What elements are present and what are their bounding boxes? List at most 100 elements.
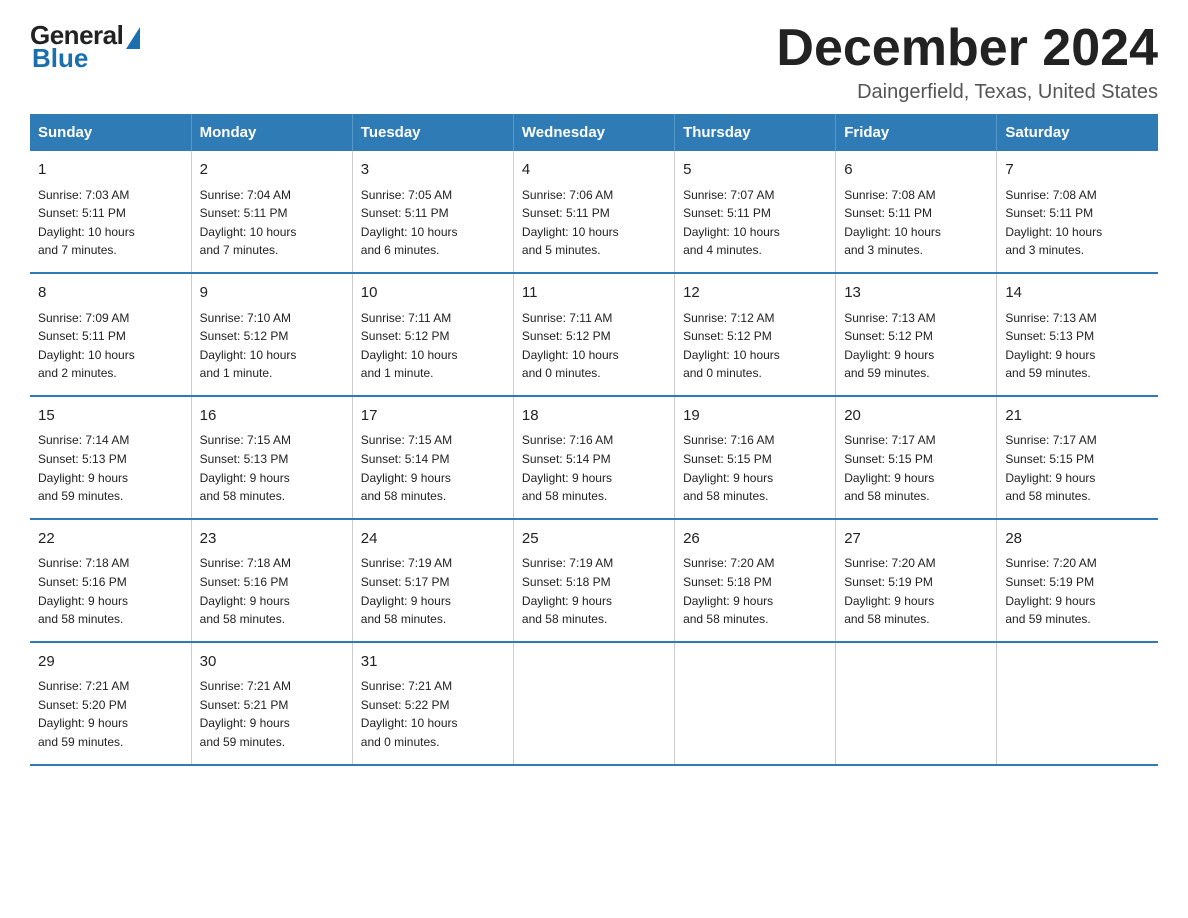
- calendar-table: SundayMondayTuesdayWednesdayThursdayFrid…: [30, 114, 1158, 765]
- calendar-cell: [675, 642, 836, 765]
- day-number: 16: [200, 405, 344, 428]
- day-number: 20: [844, 405, 988, 428]
- calendar-cell: 5Sunrise: 7:07 AM Sunset: 5:11 PM Daylig…: [675, 151, 836, 273]
- day-number: 8: [38, 282, 183, 305]
- day-info: Sunrise: 7:03 AM Sunset: 5:11 PM Dayligh…: [38, 186, 183, 260]
- calendar-cell: 20 Sunrise: 7:17 AM Sunset: 5:15 PM Dayli…: [836, 396, 997, 519]
- column-header-wednesday: Wednesday: [513, 114, 674, 151]
- day-info: Sunrise: 7:09 AM Sunset: 5:11 PM Dayligh…: [38, 309, 183, 383]
- day-info: Sunrise: 7:20 AM Sunset: 5:18 PM Dayligh…: [683, 554, 827, 628]
- day-info: Sunrise: 7:10 AM Sunset: 5:12 PM Dayligh…: [200, 309, 344, 383]
- day-number: 6: [844, 159, 988, 182]
- day-info: Sunrise: 7:21 AM Sunset: 5:22 PM Dayligh…: [361, 677, 505, 751]
- calendar-cell: 18Sunrise: 7:16 AM Sunset: 5:14 PM Dayli…: [513, 396, 674, 519]
- calendar-cell: 24 Sunrise: 7:19 AM Sunset: 5:17 PM Dayli…: [352, 519, 513, 642]
- day-number: 30: [200, 651, 344, 674]
- day-number: 22: [38, 528, 183, 551]
- calendar-cell: 16 Sunrise: 7:15 AM Sunset: 5:13 PM Dayli…: [191, 396, 352, 519]
- day-info: Sunrise: 7:08 AM Sunset: 5:11 PM Dayligh…: [844, 186, 988, 260]
- calendar-week-row: 29Sunrise: 7:21 AM Sunset: 5:20 PM Dayli…: [30, 642, 1158, 765]
- calendar-cell: [997, 642, 1158, 765]
- month-title: December 2024: [776, 20, 1158, 77]
- calendar-cell: 6 Sunrise: 7:08 AM Sunset: 5:11 PM Daylig…: [836, 151, 997, 273]
- calendar-cell: 31 Sunrise: 7:21 AM Sunset: 5:22 PM Dayli…: [352, 642, 513, 765]
- calendar-cell: 1 Sunrise: 7:03 AM Sunset: 5:11 PM Daylig…: [30, 151, 191, 273]
- logo-blue-text: Blue: [30, 43, 88, 74]
- day-number: 11: [522, 282, 666, 305]
- calendar-cell: 26Sunrise: 7:20 AM Sunset: 5:18 PM Dayli…: [675, 519, 836, 642]
- day-number: 4: [522, 159, 666, 182]
- calendar-cell: 13Sunrise: 7:13 AM Sunset: 5:12 PM Dayli…: [836, 273, 997, 396]
- calendar-cell: 27Sunrise: 7:20 AM Sunset: 5:19 PM Dayli…: [836, 519, 997, 642]
- day-info: Sunrise: 7:13 AM Sunset: 5:13 PM Dayligh…: [1005, 309, 1150, 383]
- day-info: Sunrise: 7:20 AM Sunset: 5:19 PM Dayligh…: [844, 554, 988, 628]
- calendar-cell: 15Sunrise: 7:14 AM Sunset: 5:13 PM Dayli…: [30, 396, 191, 519]
- day-info: Sunrise: 7:18 AM Sunset: 5:16 PM Dayligh…: [200, 554, 344, 628]
- day-info: Sunrise: 7:15 AM Sunset: 5:14 PM Dayligh…: [361, 431, 505, 505]
- calendar-cell: 4 Sunrise: 7:06 AM Sunset: 5:11 PM Daylig…: [513, 151, 674, 273]
- day-info: Sunrise: 7:19 AM Sunset: 5:18 PM Dayligh…: [522, 554, 666, 628]
- day-number: 2: [200, 159, 344, 182]
- day-number: 3: [361, 159, 505, 182]
- calendar-cell: 12 Sunrise: 7:12 AM Sunset: 5:12 PM Dayli…: [675, 273, 836, 396]
- page-header: General Blue December 2024 Daingerfield,…: [30, 20, 1158, 104]
- day-info: Sunrise: 7:17 AM Sunset: 5:15 PM Dayligh…: [844, 431, 988, 505]
- calendar-cell: 3 Sunrise: 7:05 AM Sunset: 5:11 PM Daylig…: [352, 151, 513, 273]
- calendar-cell: 7Sunrise: 7:08 AM Sunset: 5:11 PM Daylig…: [997, 151, 1158, 273]
- day-info: Sunrise: 7:06 AM Sunset: 5:11 PM Dayligh…: [522, 186, 666, 260]
- day-info: Sunrise: 7:12 AM Sunset: 5:12 PM Dayligh…: [683, 309, 827, 383]
- calendar-cell: 11 Sunrise: 7:11 AM Sunset: 5:12 PM Dayli…: [513, 273, 674, 396]
- day-number: 5: [683, 159, 827, 182]
- day-info: Sunrise: 7:08 AM Sunset: 5:11 PM Dayligh…: [1005, 186, 1150, 260]
- day-info: Sunrise: 7:21 AM Sunset: 5:21 PM Dayligh…: [200, 677, 344, 751]
- day-info: Sunrise: 7:16 AM Sunset: 5:15 PM Dayligh…: [683, 431, 827, 505]
- calendar-cell: 2 Sunrise: 7:04 AM Sunset: 5:11 PM Daylig…: [191, 151, 352, 273]
- calendar-cell: 30 Sunrise: 7:21 AM Sunset: 5:21 PM Dayli…: [191, 642, 352, 765]
- day-info: Sunrise: 7:19 AM Sunset: 5:17 PM Dayligh…: [361, 554, 505, 628]
- logo: General Blue: [30, 20, 140, 74]
- calendar-week-row: 22 Sunrise: 7:18 AM Sunset: 5:16 PM Dayli…: [30, 519, 1158, 642]
- day-number: 23: [200, 528, 344, 551]
- day-number: 28: [1005, 528, 1150, 551]
- calendar-week-row: 8 Sunrise: 7:09 AM Sunset: 5:11 PM Daylig…: [30, 273, 1158, 396]
- day-number: 31: [361, 651, 505, 674]
- column-header-friday: Friday: [836, 114, 997, 151]
- column-header-thursday: Thursday: [675, 114, 836, 151]
- calendar-cell: 14 Sunrise: 7:13 AM Sunset: 5:13 PM Dayli…: [997, 273, 1158, 396]
- day-info: Sunrise: 7:05 AM Sunset: 5:11 PM Dayligh…: [361, 186, 505, 260]
- day-number: 14: [1005, 282, 1150, 305]
- calendar-cell: [513, 642, 674, 765]
- calendar-cell: 9 Sunrise: 7:10 AM Sunset: 5:12 PM Daylig…: [191, 273, 352, 396]
- day-number: 19: [683, 405, 827, 428]
- column-header-saturday: Saturday: [997, 114, 1158, 151]
- day-info: Sunrise: 7:15 AM Sunset: 5:13 PM Dayligh…: [200, 431, 344, 505]
- calendar-cell: 8 Sunrise: 7:09 AM Sunset: 5:11 PM Daylig…: [30, 273, 191, 396]
- calendar-cell: 29Sunrise: 7:21 AM Sunset: 5:20 PM Dayli…: [30, 642, 191, 765]
- day-number: 9: [200, 282, 344, 305]
- day-info: Sunrise: 7:17 AM Sunset: 5:15 PM Dayligh…: [1005, 431, 1150, 505]
- calendar-cell: 10Sunrise: 7:11 AM Sunset: 5:12 PM Dayli…: [352, 273, 513, 396]
- calendar-week-row: 1 Sunrise: 7:03 AM Sunset: 5:11 PM Daylig…: [30, 151, 1158, 273]
- logo-triangle-icon: [126, 27, 140, 49]
- day-info: Sunrise: 7:21 AM Sunset: 5:20 PM Dayligh…: [38, 677, 183, 751]
- day-info: Sunrise: 7:04 AM Sunset: 5:11 PM Dayligh…: [200, 186, 344, 260]
- day-info: Sunrise: 7:16 AM Sunset: 5:14 PM Dayligh…: [522, 431, 666, 505]
- column-header-tuesday: Tuesday: [352, 114, 513, 151]
- day-info: Sunrise: 7:18 AM Sunset: 5:16 PM Dayligh…: [38, 554, 183, 628]
- day-info: Sunrise: 7:20 AM Sunset: 5:19 PM Dayligh…: [1005, 554, 1150, 628]
- calendar-cell: 17Sunrise: 7:15 AM Sunset: 5:14 PM Dayli…: [352, 396, 513, 519]
- day-number: 12: [683, 282, 827, 305]
- day-number: 1: [38, 159, 183, 182]
- calendar-cell: [836, 642, 997, 765]
- day-number: 24: [361, 528, 505, 551]
- day-info: Sunrise: 7:11 AM Sunset: 5:12 PM Dayligh…: [522, 309, 666, 383]
- column-header-sunday: Sunday: [30, 114, 191, 151]
- calendar-cell: 22 Sunrise: 7:18 AM Sunset: 5:16 PM Dayli…: [30, 519, 191, 642]
- column-header-monday: Monday: [191, 114, 352, 151]
- day-number: 10: [361, 282, 505, 305]
- calendar-cell: 19 Sunrise: 7:16 AM Sunset: 5:15 PM Dayli…: [675, 396, 836, 519]
- day-info: Sunrise: 7:13 AM Sunset: 5:12 PM Dayligh…: [844, 309, 988, 383]
- title-section: December 2024 Daingerfield, Texas, Unite…: [776, 20, 1158, 104]
- calendar-week-row: 15Sunrise: 7:14 AM Sunset: 5:13 PM Dayli…: [30, 396, 1158, 519]
- day-number: 25: [522, 528, 666, 551]
